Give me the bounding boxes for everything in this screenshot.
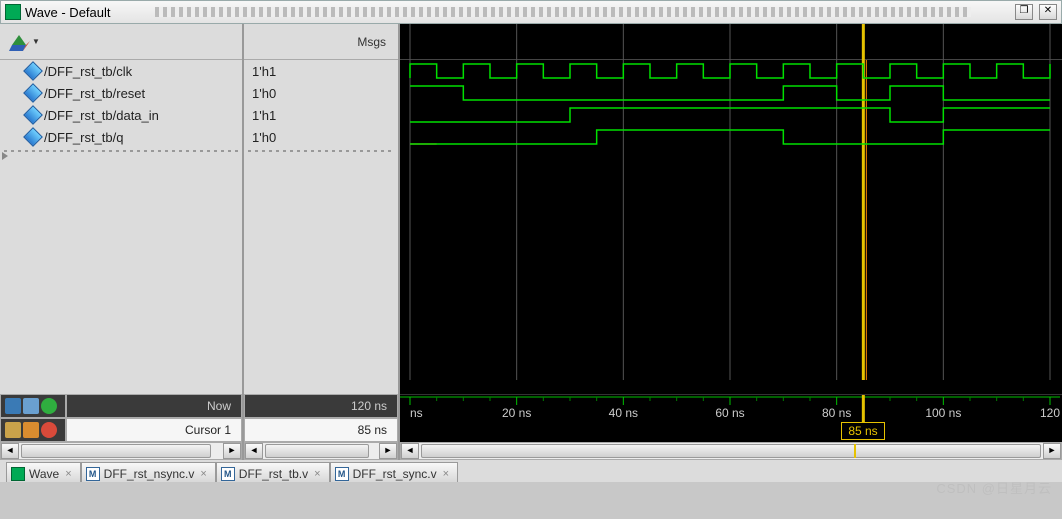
wave-file-icon bbox=[11, 467, 25, 481]
signal-icon bbox=[23, 105, 43, 125]
object-mode-icon[interactable] bbox=[8, 31, 30, 53]
svg-text:80 ns: 80 ns bbox=[822, 406, 851, 420]
insert-marker-icon bbox=[2, 152, 8, 160]
dropdown-icon[interactable]: ▼ bbox=[32, 37, 40, 46]
waveform-header bbox=[400, 24, 1062, 60]
waveform-panel: ns 20 ns 40 ns 60 ns 80 ns 100 ns 120 85 ns ◄ … bbox=[400, 24, 1062, 460]
cursor-value[interactable]: 85 ns bbox=[358, 423, 387, 437]
cursor-row: Cursor 1 bbox=[0, 418, 242, 442]
names-hscroll[interactable]: ◄ ► bbox=[0, 442, 242, 460]
scroll-right-button[interactable]: ► bbox=[1043, 443, 1061, 459]
svg-text:60 ns: 60 ns bbox=[715, 406, 744, 420]
scroll-right-button[interactable]: ► bbox=[379, 443, 397, 459]
cursor-label[interactable]: Cursor 1 bbox=[185, 423, 231, 437]
signal-value[interactable]: 1'h1 bbox=[244, 104, 398, 126]
app-icon bbox=[5, 4, 21, 20]
now-label: Now bbox=[207, 399, 231, 413]
signal-name[interactable]: /DFF_rst_tb/data_in bbox=[44, 108, 159, 123]
tab-close-icon[interactable]: × bbox=[443, 468, 449, 480]
tool-icon[interactable] bbox=[23, 422, 39, 438]
values-hscroll[interactable]: ◄ ► bbox=[244, 442, 398, 460]
window-restore-button[interactable]: ❐ bbox=[1015, 4, 1033, 20]
scroll-right-button[interactable]: ► bbox=[223, 443, 241, 459]
signal-icon bbox=[23, 61, 43, 81]
signal-value[interactable]: 1'h1 bbox=[244, 60, 398, 82]
scroll-left-button[interactable]: ◄ bbox=[401, 443, 419, 459]
window-title: Wave - Default bbox=[25, 5, 111, 20]
scroll-left-button[interactable]: ◄ bbox=[245, 443, 263, 459]
names-header: ▼ bbox=[0, 24, 242, 60]
signal-names-list[interactable]: /DFF_rst_tb/clk /DFF_rst_tb/reset /DFF_r… bbox=[0, 60, 242, 394]
signal-row: /DFF_rst_tb/data_in bbox=[0, 104, 242, 126]
titlebar-grip bbox=[155, 7, 972, 17]
signal-icon bbox=[23, 127, 43, 147]
svg-text:ns: ns bbox=[410, 406, 423, 420]
tab-file[interactable]: M DFF_rst_sync.v × bbox=[330, 462, 458, 482]
scroll-left-button[interactable]: ◄ bbox=[1, 443, 19, 459]
scroll-track[interactable] bbox=[19, 443, 223, 459]
add-icon[interactable] bbox=[41, 398, 57, 414]
tool-icon[interactable] bbox=[23, 398, 39, 414]
tab-label: Wave bbox=[29, 467, 59, 481]
cursor-track[interactable]: 85 ns bbox=[400, 422, 1062, 442]
signal-names-panel: ▼ /DFF_rst_tb/clk /DFF_rst_tb/reset /DFF… bbox=[0, 24, 244, 460]
svg-text:20 ns: 20 ns bbox=[502, 406, 531, 420]
window-titlebar: Wave - Default ❐ ✕ bbox=[0, 0, 1062, 24]
tool-icon[interactable] bbox=[5, 398, 21, 414]
end-of-list-marker bbox=[4, 150, 238, 152]
scroll-track[interactable] bbox=[419, 443, 1043, 459]
window-close-button[interactable]: ✕ bbox=[1039, 4, 1057, 20]
signal-row: /DFF_rst_tb/reset bbox=[0, 82, 242, 104]
signal-row: /DFF_rst_tb/clk bbox=[0, 60, 242, 82]
file-tabs: Wave × M DFF_rst_nsync.v × M DFF_rst_tb.v × M… bbox=[0, 460, 1062, 482]
signal-values-panel: Msgs 1'h1 1'h0 1'h1 1'h0 120 ns 85 ns ◄ … bbox=[244, 24, 400, 460]
svg-text:120: 120 bbox=[1040, 406, 1060, 420]
signal-values-list[interactable]: 1'h1 1'h0 1'h1 1'h0 bbox=[244, 60, 398, 394]
values-header: Msgs bbox=[244, 24, 398, 60]
svg-text:40 ns: 40 ns bbox=[609, 406, 638, 420]
now-value: 120 ns bbox=[351, 399, 387, 413]
cursor-marker[interactable]: 85 ns bbox=[841, 422, 884, 440]
scroll-track[interactable] bbox=[263, 443, 379, 459]
tool-icon[interactable] bbox=[5, 422, 21, 438]
verilog-file-icon: M bbox=[86, 467, 100, 481]
svg-text:100 ns: 100 ns bbox=[925, 406, 961, 420]
signal-name[interactable]: /DFF_rst_tb/reset bbox=[44, 86, 145, 101]
time-ruler[interactable]: ns 20 ns 40 ns 60 ns 80 ns 100 ns 120 bbox=[400, 394, 1062, 422]
tab-label: DFF_rst_sync.v bbox=[353, 467, 437, 481]
tab-file[interactable]: M DFF_rst_tb.v × bbox=[216, 462, 330, 482]
tab-wave[interactable]: Wave × bbox=[6, 462, 81, 482]
signal-value[interactable]: 1'h0 bbox=[244, 126, 398, 148]
tab-label: DFF_rst_nsync.v bbox=[104, 467, 195, 481]
msgs-label: Msgs bbox=[357, 35, 386, 49]
tab-close-icon[interactable]: × bbox=[65, 468, 71, 480]
signal-icon bbox=[23, 83, 43, 103]
cursor-indicator bbox=[854, 444, 856, 458]
signal-name[interactable]: /DFF_rst_tb/q bbox=[44, 130, 123, 145]
signal-value[interactable]: 1'h0 bbox=[244, 82, 398, 104]
now-row: Now bbox=[0, 394, 242, 418]
end-of-list-marker bbox=[248, 150, 394, 152]
verilog-file-icon: M bbox=[335, 467, 349, 481]
tab-file[interactable]: M DFF_rst_nsync.v × bbox=[81, 462, 216, 482]
scroll-thumb[interactable] bbox=[265, 444, 369, 458]
scroll-thumb[interactable] bbox=[421, 444, 1041, 458]
tab-close-icon[interactable]: × bbox=[200, 468, 206, 480]
tab-label: DFF_rst_tb.v bbox=[239, 467, 308, 481]
tab-close-icon[interactable]: × bbox=[314, 468, 320, 480]
waveform-hscroll[interactable]: ◄ ► bbox=[400, 442, 1062, 460]
main-area: ▼ /DFF_rst_tb/clk /DFF_rst_tb/reset /DFF… bbox=[0, 24, 1062, 460]
verilog-file-icon: M bbox=[221, 467, 235, 481]
signal-name[interactable]: /DFF_rst_tb/clk bbox=[44, 64, 132, 79]
scroll-thumb[interactable] bbox=[21, 444, 211, 458]
signal-row: /DFF_rst_tb/q bbox=[0, 126, 242, 148]
waveform-canvas[interactable] bbox=[400, 60, 1062, 394]
remove-icon[interactable] bbox=[41, 422, 57, 438]
